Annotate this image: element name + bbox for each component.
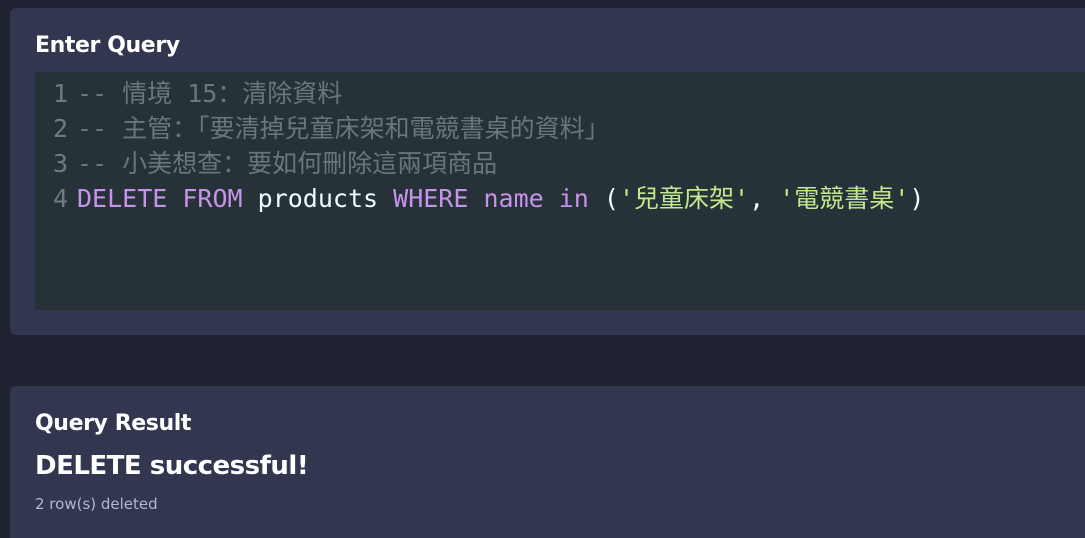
code-comment: -- 主管：「要清掉兒童床架和電競書桌的資料」	[77, 114, 610, 143]
table-name: products	[257, 184, 379, 213]
keyword-where: WHERE	[393, 184, 469, 213]
code-line-2: 2 -- 主管：「要清掉兒童床架和電競書桌的資料」	[35, 111, 610, 146]
result-panel-title: Query Result	[35, 411, 192, 436]
sql-statement: DELETE FROM products WHERE name in ('兒童床…	[77, 181, 924, 216]
comma: ,	[749, 184, 765, 213]
code-line-3: 3 -- 小美想查：要如何刪除這兩項商品	[35, 146, 497, 181]
code-line-4: 4 DELETE FROM products WHERE name in ('兒童…	[35, 181, 924, 216]
string-value-1: '兒童床架'	[618, 184, 750, 213]
code-comment: -- 小美想查：要如何刪除這兩項商品	[77, 149, 498, 178]
column-name: name	[483, 184, 544, 213]
keyword-in: in	[558, 184, 589, 213]
line-number: 1	[52, 79, 68, 108]
keyword-delete: DELETE	[77, 184, 168, 213]
query-panel-title: Enter Query	[35, 33, 180, 58]
line-number: 2	[52, 114, 68, 143]
keyword-from: FROM	[182, 184, 243, 213]
sql-editor[interactable]: 1 -- 情境 15：清除資料 2 -- 主管：「要清掉兒童床架和電競書桌的資料」 …	[35, 72, 1085, 310]
result-panel: Query Result DELETE successful! 2 row(s)…	[10, 386, 1085, 538]
page: Enter Query 1 -- 情境 15：清除資料 2 -- 主管：「要清掉兒童…	[0, 0, 1085, 538]
close-paren: )	[909, 184, 925, 213]
code-line-1: 1 -- 情境 15：清除資料	[35, 76, 342, 111]
string-value-2: '電競書桌'	[779, 184, 910, 213]
line-number: 4	[52, 184, 68, 213]
result-message: DELETE successful!	[35, 451, 309, 481]
query-panel: Enter Query 1 -- 情境 15：清除資料 2 -- 主管：「要清掉兒童…	[10, 8, 1085, 335]
open-paren: (	[603, 184, 619, 213]
line-number: 3	[52, 149, 68, 178]
code-comment: -- 情境 15：清除資料	[77, 79, 343, 108]
result-detail: 2 row(s) deleted	[35, 495, 158, 513]
